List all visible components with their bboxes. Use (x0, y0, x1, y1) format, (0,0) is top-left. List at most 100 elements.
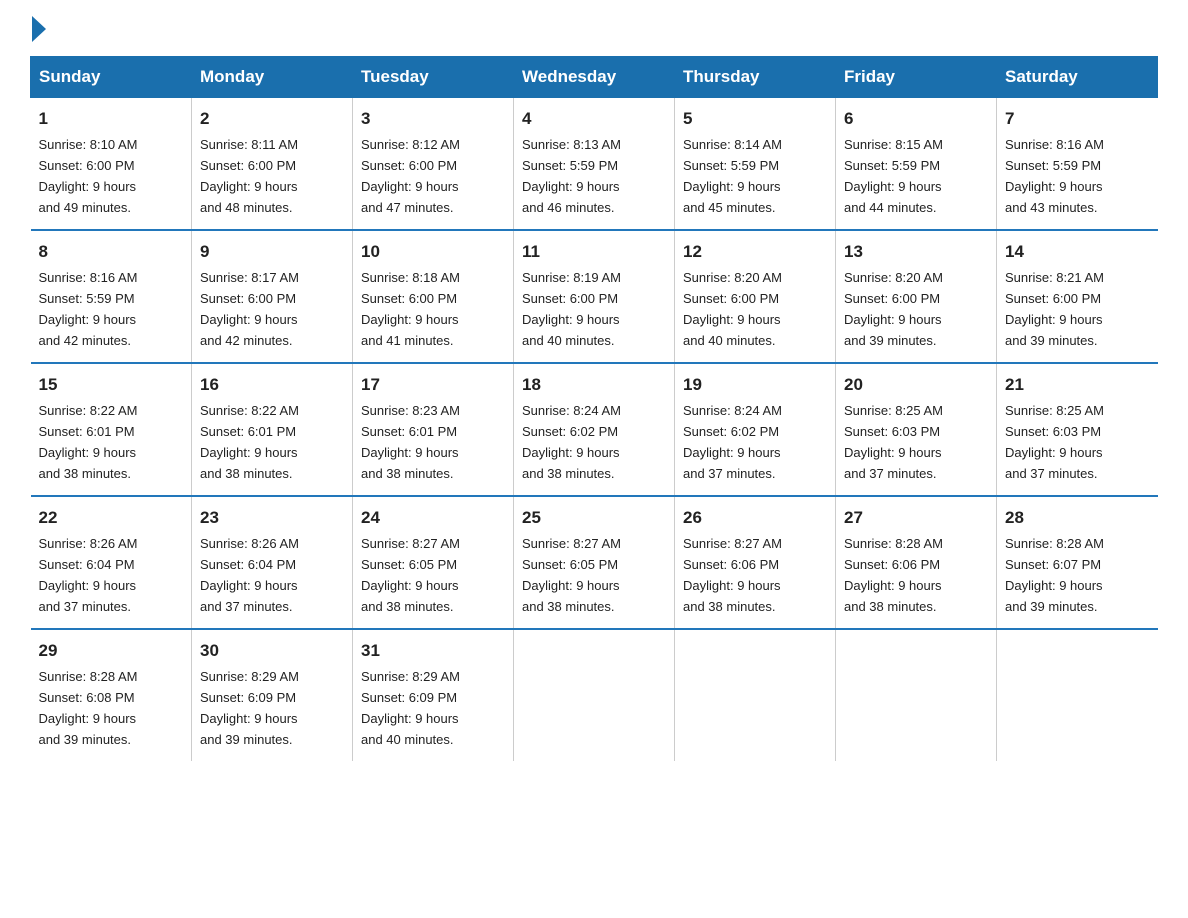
calendar-table: SundayMondayTuesdayWednesdayThursdayFrid… (30, 56, 1158, 761)
day-cell: 11 Sunrise: 8:19 AMSunset: 6:00 PMDayligh… (514, 230, 675, 363)
day-info: Sunrise: 8:13 AMSunset: 5:59 PMDaylight:… (522, 137, 621, 215)
day-cell (997, 629, 1158, 761)
day-info: Sunrise: 8:11 AMSunset: 6:00 PMDaylight:… (200, 137, 298, 215)
day-number: 1 (39, 106, 184, 132)
week-row-1: 1 Sunrise: 8:10 AMSunset: 6:00 PMDaylight… (31, 98, 1158, 231)
day-cell: 17Sunrise: 8:23 AMSunset: 6:01 PMDayligh… (353, 363, 514, 496)
day-cell: 7Sunrise: 8:16 AMSunset: 5:59 PMDaylight… (997, 98, 1158, 231)
day-info: Sunrise: 8:15 AMSunset: 5:59 PMDaylight:… (844, 137, 943, 215)
day-number: 19 (683, 372, 827, 398)
day-number: 10 (361, 239, 505, 265)
day-cell: 24Sunrise: 8:27 AMSunset: 6:05 PMDayligh… (353, 496, 514, 629)
day-cell: 3 Sunrise: 8:12 AMSunset: 6:00 PMDaylight… (353, 98, 514, 231)
week-row-5: 29 Sunrise: 8:28 AMSunset: 6:08 PMDayligh… (31, 629, 1158, 761)
day-number: 12 (683, 239, 827, 265)
day-cell: 10 Sunrise: 8:18 AMSunset: 6:00 PMDayligh… (353, 230, 514, 363)
day-info: Sunrise: 8:26 AMSunset: 6:04 PMDaylight:… (200, 536, 299, 614)
header-row: SundayMondayTuesdayWednesdayThursdayFrid… (31, 57, 1158, 98)
header-cell-monday: Monday (192, 57, 353, 98)
day-number: 2 (200, 106, 344, 132)
day-number: 3 (361, 106, 505, 132)
day-cell (836, 629, 997, 761)
day-cell: 12 Sunrise: 8:20 AMSunset: 6:00 PMDayligh… (675, 230, 836, 363)
week-row-2: 8Sunrise: 8:16 AMSunset: 5:59 PMDaylight… (31, 230, 1158, 363)
day-number: 11 (522, 239, 666, 265)
logo (30, 20, 46, 38)
header-cell-wednesday: Wednesday (514, 57, 675, 98)
day-info: Sunrise: 8:21 AMSunset: 6:00 PMDaylight:… (1005, 270, 1104, 348)
day-cell: 19 Sunrise: 8:24 AMSunset: 6:02 PMDayligh… (675, 363, 836, 496)
day-number: 16 (200, 372, 344, 398)
day-number: 30 (200, 638, 344, 664)
logo-line1 (30, 20, 46, 42)
page-header (30, 20, 1158, 38)
day-info: Sunrise: 8:28 AMSunset: 6:06 PMDaylight:… (844, 536, 943, 614)
day-cell: 9Sunrise: 8:17 AMSunset: 6:00 PMDaylight… (192, 230, 353, 363)
week-row-3: 15 Sunrise: 8:22 AMSunset: 6:01 PMDayligh… (31, 363, 1158, 496)
day-number: 4 (522, 106, 666, 132)
day-info: Sunrise: 8:10 AMSunset: 6:00 PMDaylight:… (39, 137, 138, 215)
day-cell: 16 Sunrise: 8:22 AMSunset: 6:01 PMDayligh… (192, 363, 353, 496)
day-number: 25 (522, 505, 666, 531)
day-number: 5 (683, 106, 827, 132)
day-cell: 27 Sunrise: 8:28 AMSunset: 6:06 PMDayligh… (836, 496, 997, 629)
day-cell: 2 Sunrise: 8:11 AMSunset: 6:00 PMDaylight… (192, 98, 353, 231)
day-info: Sunrise: 8:20 AMSunset: 6:00 PMDaylight:… (683, 270, 782, 348)
header-cell-friday: Friday (836, 57, 997, 98)
day-number: 29 (39, 638, 184, 664)
day-info: Sunrise: 8:18 AMSunset: 6:00 PMDaylight:… (361, 270, 460, 348)
header-cell-saturday: Saturday (997, 57, 1158, 98)
day-number: 28 (1005, 505, 1150, 531)
day-number: 7 (1005, 106, 1150, 132)
day-cell: 21Sunrise: 8:25 AMSunset: 6:03 PMDayligh… (997, 363, 1158, 496)
day-cell (675, 629, 836, 761)
logo-arrow-icon (32, 16, 46, 42)
day-info: Sunrise: 8:29 AMSunset: 6:09 PMDaylight:… (200, 669, 299, 747)
day-number: 22 (39, 505, 184, 531)
day-cell: 26 Sunrise: 8:27 AMSunset: 6:06 PMDayligh… (675, 496, 836, 629)
day-cell: 18Sunrise: 8:24 AMSunset: 6:02 PMDayligh… (514, 363, 675, 496)
header-cell-thursday: Thursday (675, 57, 836, 98)
day-info: Sunrise: 8:22 AMSunset: 6:01 PMDaylight:… (39, 403, 138, 481)
day-info: Sunrise: 8:22 AMSunset: 6:01 PMDaylight:… (200, 403, 299, 481)
day-info: Sunrise: 8:24 AMSunset: 6:02 PMDaylight:… (683, 403, 782, 481)
day-info: Sunrise: 8:17 AMSunset: 6:00 PMDaylight:… (200, 270, 299, 348)
day-cell: 1 Sunrise: 8:10 AMSunset: 6:00 PMDaylight… (31, 98, 192, 231)
day-number: 26 (683, 505, 827, 531)
day-info: Sunrise: 8:27 AMSunset: 6:06 PMDaylight:… (683, 536, 782, 614)
day-number: 8 (39, 239, 184, 265)
day-number: 6 (844, 106, 988, 132)
day-cell: 6 Sunrise: 8:15 AMSunset: 5:59 PMDaylight… (836, 98, 997, 231)
day-cell: 13Sunrise: 8:20 AMSunset: 6:00 PMDayligh… (836, 230, 997, 363)
day-cell: 29 Sunrise: 8:28 AMSunset: 6:08 PMDayligh… (31, 629, 192, 761)
day-number: 31 (361, 638, 505, 664)
day-number: 27 (844, 505, 988, 531)
day-number: 18 (522, 372, 666, 398)
day-cell: 5Sunrise: 8:14 AMSunset: 5:59 PMDaylight… (675, 98, 836, 231)
day-cell (514, 629, 675, 761)
day-info: Sunrise: 8:28 AMSunset: 6:07 PMDaylight:… (1005, 536, 1104, 614)
day-cell: 31 Sunrise: 8:29 AMSunset: 6:09 PMDayligh… (353, 629, 514, 761)
day-info: Sunrise: 8:20 AMSunset: 6:00 PMDaylight:… (844, 270, 943, 348)
day-number: 14 (1005, 239, 1150, 265)
day-cell: 28 Sunrise: 8:28 AMSunset: 6:07 PMDayligh… (997, 496, 1158, 629)
day-cell: 14 Sunrise: 8:21 AMSunset: 6:00 PMDayligh… (997, 230, 1158, 363)
day-info: Sunrise: 8:12 AMSunset: 6:00 PMDaylight:… (361, 137, 460, 215)
day-info: Sunrise: 8:26 AMSunset: 6:04 PMDaylight:… (39, 536, 138, 614)
day-info: Sunrise: 8:27 AMSunset: 6:05 PMDaylight:… (361, 536, 460, 614)
day-number: 15 (39, 372, 184, 398)
day-cell: 30 Sunrise: 8:29 AMSunset: 6:09 PMDayligh… (192, 629, 353, 761)
day-info: Sunrise: 8:25 AMSunset: 6:03 PMDaylight:… (1005, 403, 1104, 481)
day-cell: 25Sunrise: 8:27 AMSunset: 6:05 PMDayligh… (514, 496, 675, 629)
calendar-header: SundayMondayTuesdayWednesdayThursdayFrid… (31, 57, 1158, 98)
day-info: Sunrise: 8:29 AMSunset: 6:09 PMDaylight:… (361, 669, 460, 747)
day-cell: 15 Sunrise: 8:22 AMSunset: 6:01 PMDayligh… (31, 363, 192, 496)
day-info: Sunrise: 8:28 AMSunset: 6:08 PMDaylight:… (39, 669, 138, 747)
day-info: Sunrise: 8:25 AMSunset: 6:03 PMDaylight:… (844, 403, 943, 481)
calendar-body: 1 Sunrise: 8:10 AMSunset: 6:00 PMDaylight… (31, 98, 1158, 762)
week-row-4: 22 Sunrise: 8:26 AMSunset: 6:04 PMDayligh… (31, 496, 1158, 629)
day-cell: 22 Sunrise: 8:26 AMSunset: 6:04 PMDayligh… (31, 496, 192, 629)
day-number: 17 (361, 372, 505, 398)
header-cell-sunday: Sunday (31, 57, 192, 98)
day-info: Sunrise: 8:19 AMSunset: 6:00 PMDaylight:… (522, 270, 621, 348)
